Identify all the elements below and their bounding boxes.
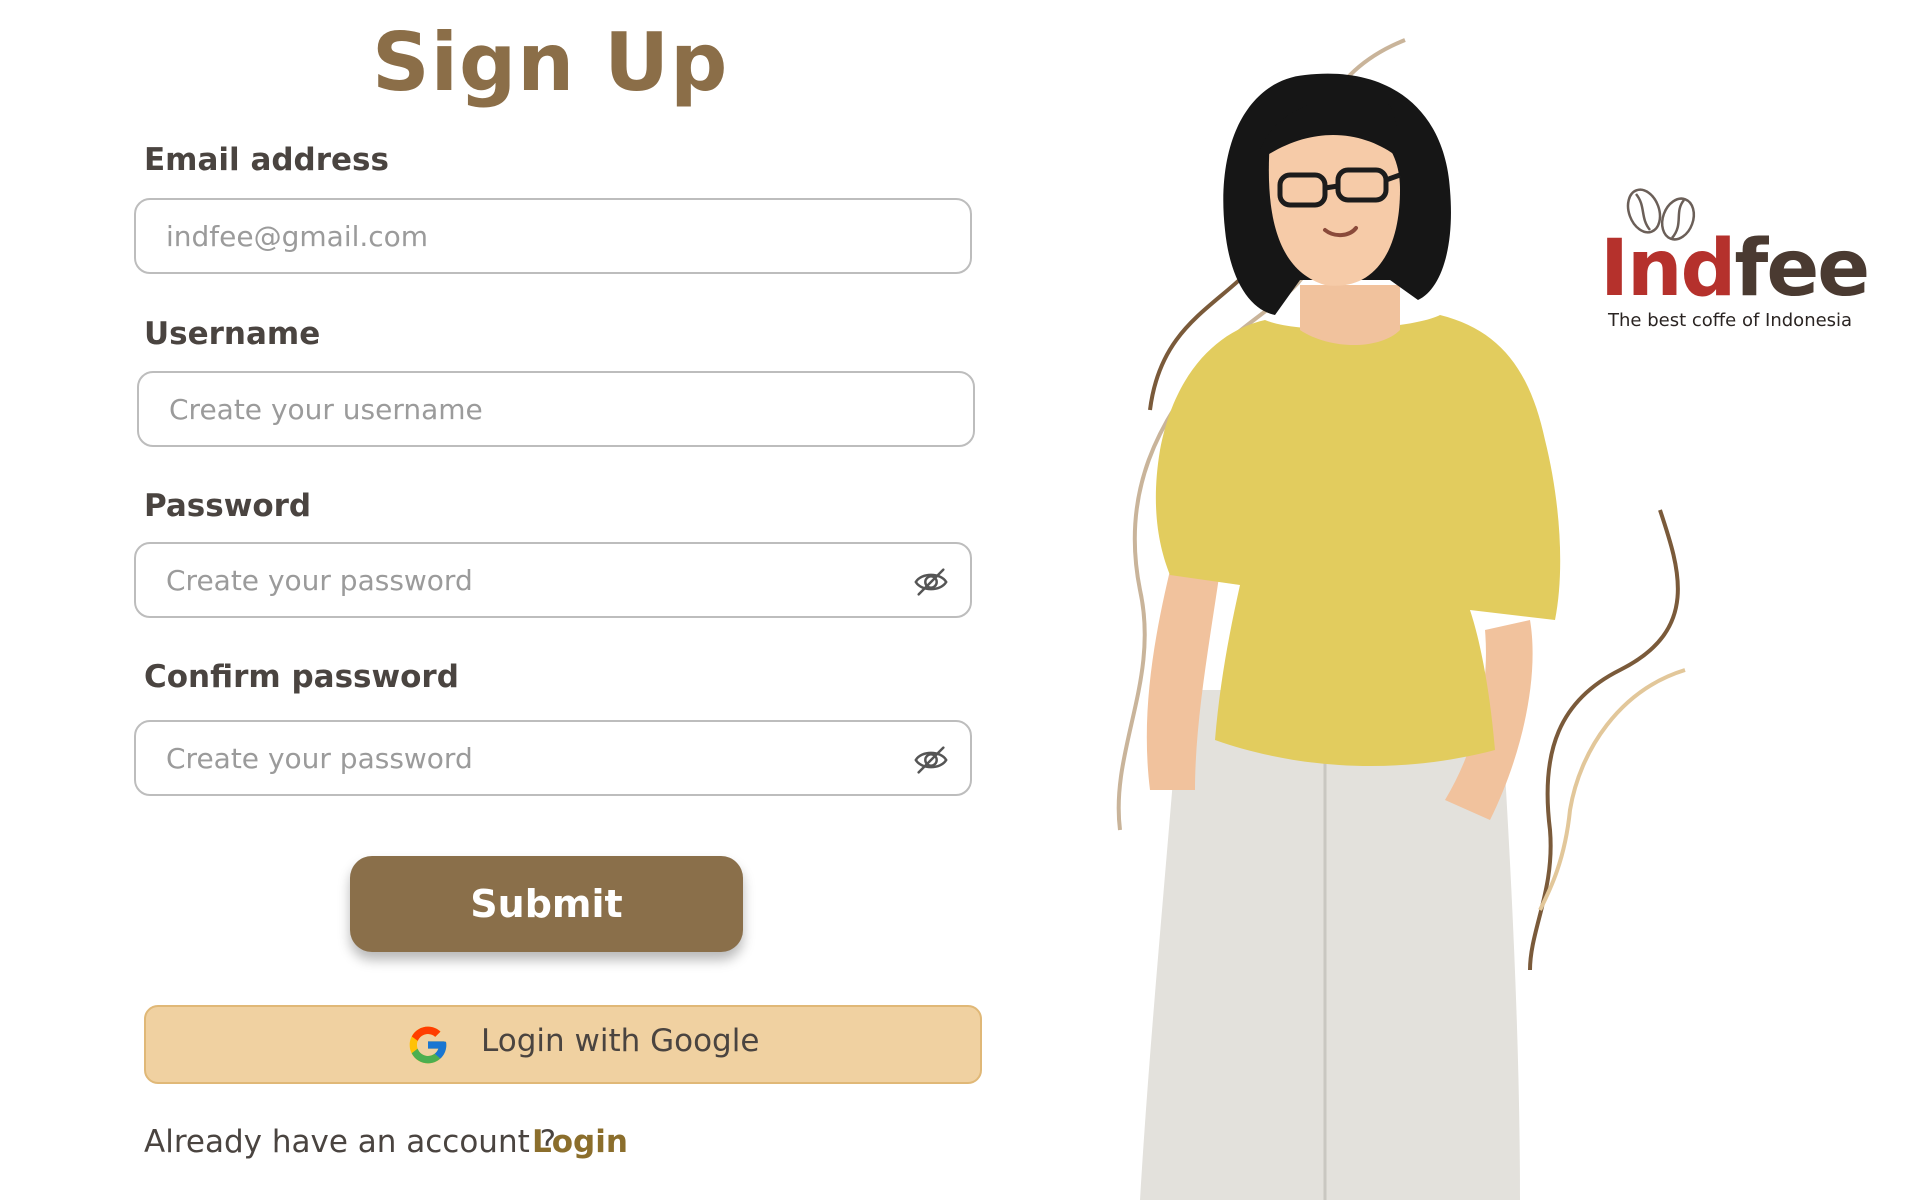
brand-name-part2: fee — [1734, 224, 1870, 314]
google-login-button[interactable]: Login with Google — [144, 1005, 982, 1084]
decor-swirl-line — [1538, 668, 1686, 911]
already-account-text: Already have an account ? — [144, 1124, 557, 1160]
brand-logo: Indfee The best coffe of Indonesia — [1600, 186, 1870, 336]
brand-tagline: The best coffe of Indonesia — [1608, 310, 1853, 331]
email-label: Email address — [144, 142, 389, 178]
confirm-password-field[interactable] — [166, 722, 880, 794]
page-title: Sign Up — [372, 16, 729, 109]
username-label: Username — [144, 316, 321, 352]
username-field[interactable] — [169, 373, 883, 445]
username-field-box[interactable] — [137, 371, 975, 447]
confirm-password-label: Confirm password — [144, 659, 459, 695]
brand-name-part1: Ind — [1600, 224, 1736, 314]
confirm-password-field-box[interactable] — [134, 720, 972, 796]
email-field-box[interactable] — [134, 198, 972, 274]
password-label: Password — [144, 488, 312, 524]
password-field-box[interactable] — [134, 542, 972, 618]
eye-slash-icon[interactable] — [912, 563, 950, 601]
login-link[interactable]: Login — [532, 1124, 628, 1160]
password-field[interactable] — [166, 544, 880, 616]
submit-button[interactable]: Submit — [350, 856, 743, 952]
google-login-label: Login with Google — [481, 1023, 760, 1059]
google-icon — [409, 1026, 447, 1064]
brand-name: Indfee — [1600, 224, 1870, 314]
neck — [1300, 285, 1400, 345]
email-field[interactable] — [166, 200, 880, 272]
eye-slash-icon[interactable] — [912, 741, 950, 779]
